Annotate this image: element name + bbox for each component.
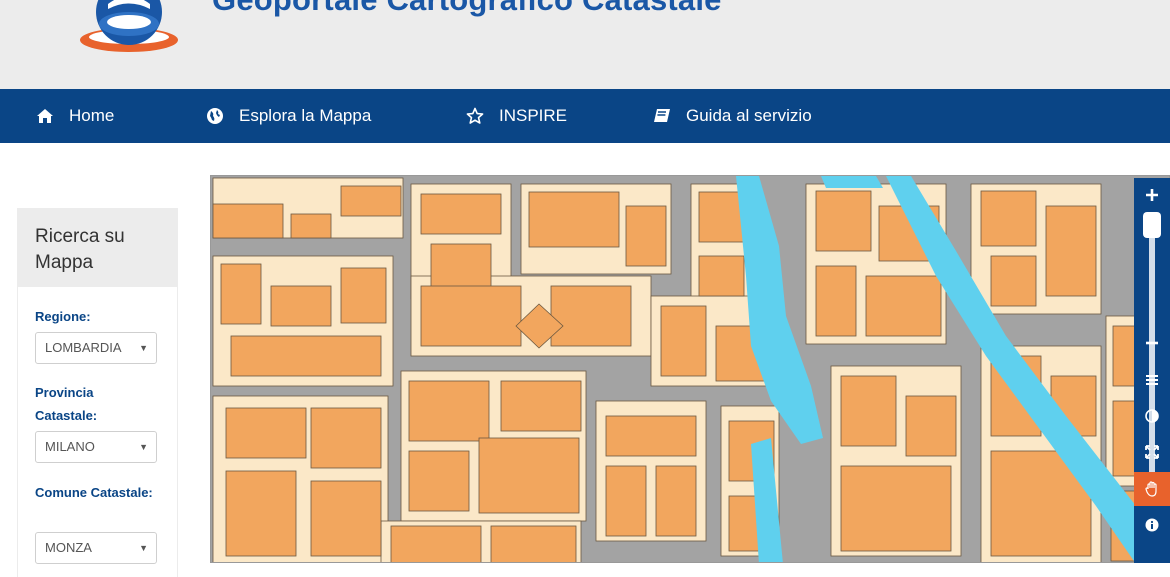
zoom-out-icon: [1146, 341, 1158, 345]
map-search-panel: Ricerca su Mappa Regione: LOMBARDIA ▼ Pr…: [17, 208, 178, 577]
dropdown-arrow-icon: ▼: [139, 543, 148, 553]
contrast-icon: [1145, 409, 1159, 423]
pan-button[interactable]: [1134, 472, 1170, 506]
site-title: Geoportale Cartografico Catastale: [212, 0, 722, 18]
agenzia-entrate-logo[interactable]: [78, 0, 180, 54]
municipality-select[interactable]: MONZA ▼: [35, 532, 157, 564]
municipality-label: Comune Catastale:: [35, 485, 153, 500]
pan-hand-icon: [1145, 481, 1157, 497]
info-icon: [1145, 518, 1159, 532]
home-icon: [36, 107, 54, 125]
zoom-out-button[interactable]: [1134, 326, 1170, 360]
star-icon: [466, 107, 484, 125]
nav-inspire[interactable]: INSPIRE: [466, 89, 567, 143]
region-label: Regione:: [35, 309, 91, 324]
zoom-in-icon: [1146, 189, 1158, 201]
nav-explore-map[interactable]: Esplora la Mappa: [206, 89, 371, 143]
nav-service-guide-label: Guida al servizio: [686, 106, 812, 125]
layers-button[interactable]: [1134, 363, 1170, 397]
zoom-slider-handle[interactable]: [1143, 212, 1161, 238]
main-nav: Home Esplora la Mappa INSPIRE Guida al s…: [0, 89, 1170, 143]
fullscreen-icon: [1145, 445, 1159, 459]
nav-service-guide[interactable]: Guida al servizio: [653, 89, 812, 143]
site-header: Geoportale Cartografico Catastale: [0, 0, 1170, 89]
globe-icon: [206, 107, 224, 125]
info-button[interactable]: [1134, 508, 1170, 542]
map-toolbar: [1134, 178, 1170, 563]
book-icon: [653, 107, 671, 125]
dropdown-arrow-icon: ▼: [139, 442, 148, 452]
cadastral-map-canvas[interactable]: [211, 176, 1170, 563]
region-value: LOMBARDIA: [45, 340, 122, 355]
contrast-button[interactable]: [1134, 399, 1170, 433]
province-select[interactable]: MILANO ▼: [35, 431, 157, 463]
nav-inspire-label: INSPIRE: [499, 106, 568, 125]
region-select[interactable]: LOMBARDIA ▼: [35, 332, 157, 364]
province-value: MILANO: [45, 439, 95, 454]
nav-explore-map-label: Esplora la Mappa: [239, 106, 372, 125]
province-label: Provincia Catastale:: [35, 385, 98, 423]
nav-home[interactable]: Home: [36, 89, 114, 143]
nav-home-label: Home: [69, 106, 115, 125]
zoom-in-button[interactable]: [1134, 178, 1170, 212]
cadastral-map[interactable]: [210, 175, 1170, 563]
layers-icon: [1146, 375, 1158, 385]
dropdown-arrow-icon: ▼: [139, 343, 148, 353]
fullscreen-button[interactable]: [1134, 435, 1170, 469]
panel-title: Ricerca su Mappa: [35, 226, 125, 273]
municipality-value: MONZA: [45, 540, 92, 555]
